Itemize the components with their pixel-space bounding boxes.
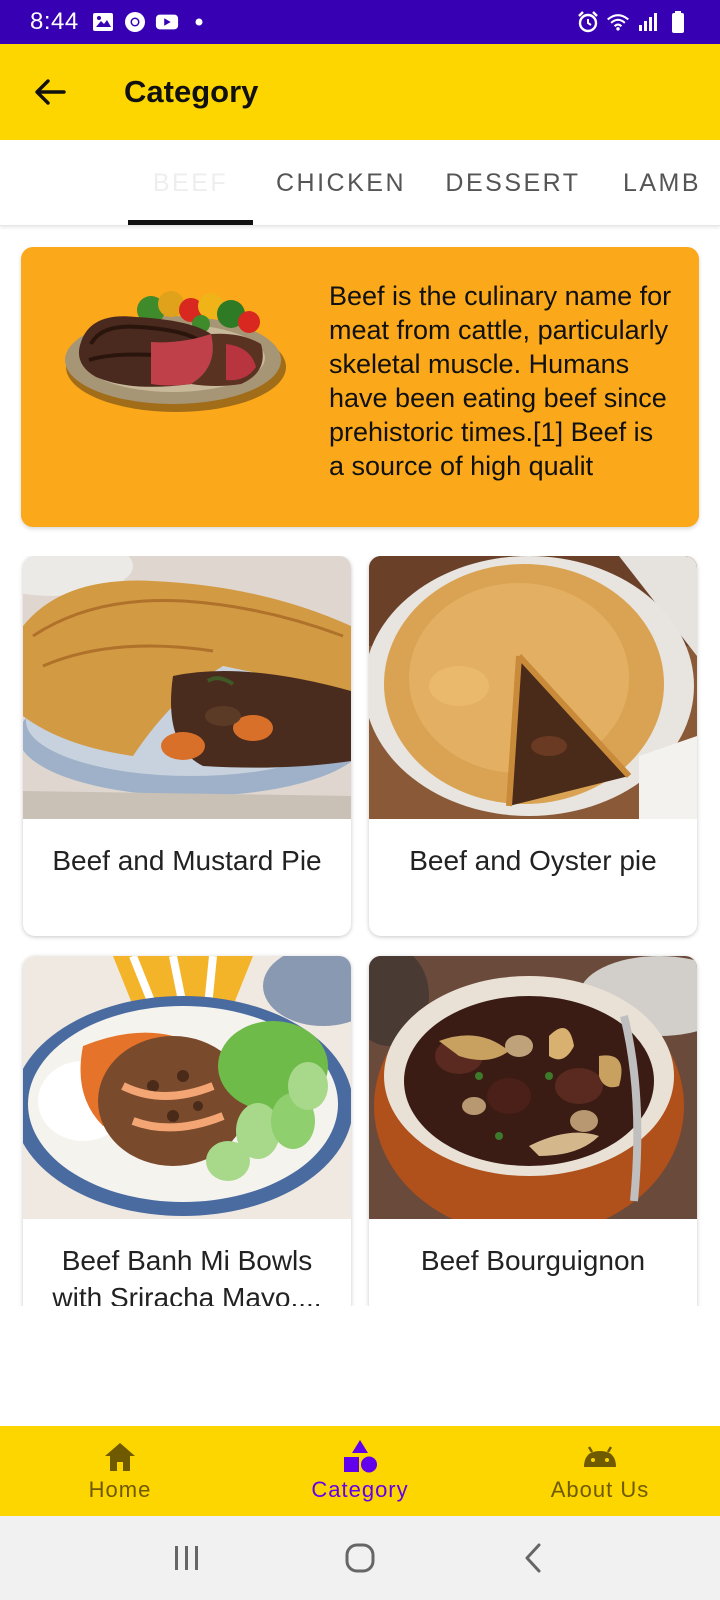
home-icon	[101, 1439, 139, 1475]
status-right-icons	[576, 10, 690, 34]
meal-card[interactable]: Beef and Oyster pie	[369, 556, 697, 936]
android-icon	[581, 1439, 619, 1475]
tab-lamb[interactable]: LAMB	[612, 140, 712, 225]
nav-item-category[interactable]: Category	[240, 1426, 480, 1516]
meals-grid: Beef and Mustard Pie Beef and Oyster pie…	[0, 556, 720, 1306]
status-bar: 8:44	[0, 0, 720, 44]
meal-name: Beef and Mustard Pie	[52, 845, 322, 876]
status-time: 8:44	[30, 8, 79, 35]
dot-icon	[187, 10, 211, 34]
back-chevron-icon	[525, 1543, 541, 1573]
category-description-text: Beef is the culinary name for meat from …	[329, 281, 672, 481]
nav-label-category: Category	[311, 1477, 409, 1502]
category-image	[51, 272, 301, 417]
meal-card[interactable]: Beef and Mustard Pie	[23, 556, 351, 936]
meal-card[interactable]: Beef Banh Mi Bowls with Sriracha Mayo,..…	[23, 956, 351, 1306]
bottom-navigation: Home Category About Us	[0, 1426, 720, 1516]
tab-chicken[interactable]: CHICKEN	[266, 140, 416, 225]
meal-image	[23, 556, 351, 819]
system-navigation-bar	[0, 1516, 720, 1600]
battery-icon	[666, 10, 690, 34]
arrow-back-icon	[35, 79, 66, 105]
app-bar: Category	[0, 44, 720, 140]
meal-name: Beef Bourguignon	[420, 1245, 646, 1276]
nav-item-about-us[interactable]: About Us	[480, 1426, 720, 1516]
nav-label-about-us: About Us	[550, 1477, 650, 1502]
screen: 8:44 Category BEEF CHICKEN DESSERT LAMB …	[0, 0, 720, 1600]
meal-card[interactable]: Beef Bourguignon	[369, 956, 697, 1306]
youtube-icon	[155, 10, 179, 34]
tab-beef[interactable]: BEEF	[128, 140, 253, 225]
chrome-icon	[123, 10, 147, 34]
meal-image	[369, 956, 697, 1219]
tab-dessert[interactable]: DESSERT	[438, 140, 588, 225]
shapes-icon	[341, 1439, 379, 1475]
page-title: Category	[124, 74, 259, 109]
nav-label-home: Home	[88, 1477, 152, 1502]
meal-image	[369, 556, 697, 819]
back-button[interactable]	[22, 64, 78, 120]
alarm-icon	[576, 10, 600, 34]
category-tabs: BEEF CHICKEN DESSERT LAMB	[0, 140, 720, 226]
recents-button[interactable]	[157, 1528, 217, 1588]
meal-name: Beef and Oyster pie	[409, 845, 657, 876]
tab-indicator	[128, 220, 253, 225]
recents-icon	[174, 1546, 198, 1570]
wifi-icon	[606, 10, 630, 34]
home-circle-icon	[345, 1543, 375, 1573]
meal-image	[23, 956, 351, 1219]
home-button[interactable]	[330, 1528, 390, 1588]
signal-icon	[636, 10, 660, 34]
meal-name: Beef Banh Mi Bowls with Sriracha Mayo,..…	[52, 1245, 322, 1306]
nav-item-home[interactable]: Home	[0, 1426, 240, 1516]
gallery-icon	[91, 10, 115, 34]
back-system-button[interactable]	[503, 1528, 563, 1588]
status-left-icons	[91, 10, 211, 34]
category-description-card: Beef is the culinary name for meat from …	[21, 247, 699, 527]
